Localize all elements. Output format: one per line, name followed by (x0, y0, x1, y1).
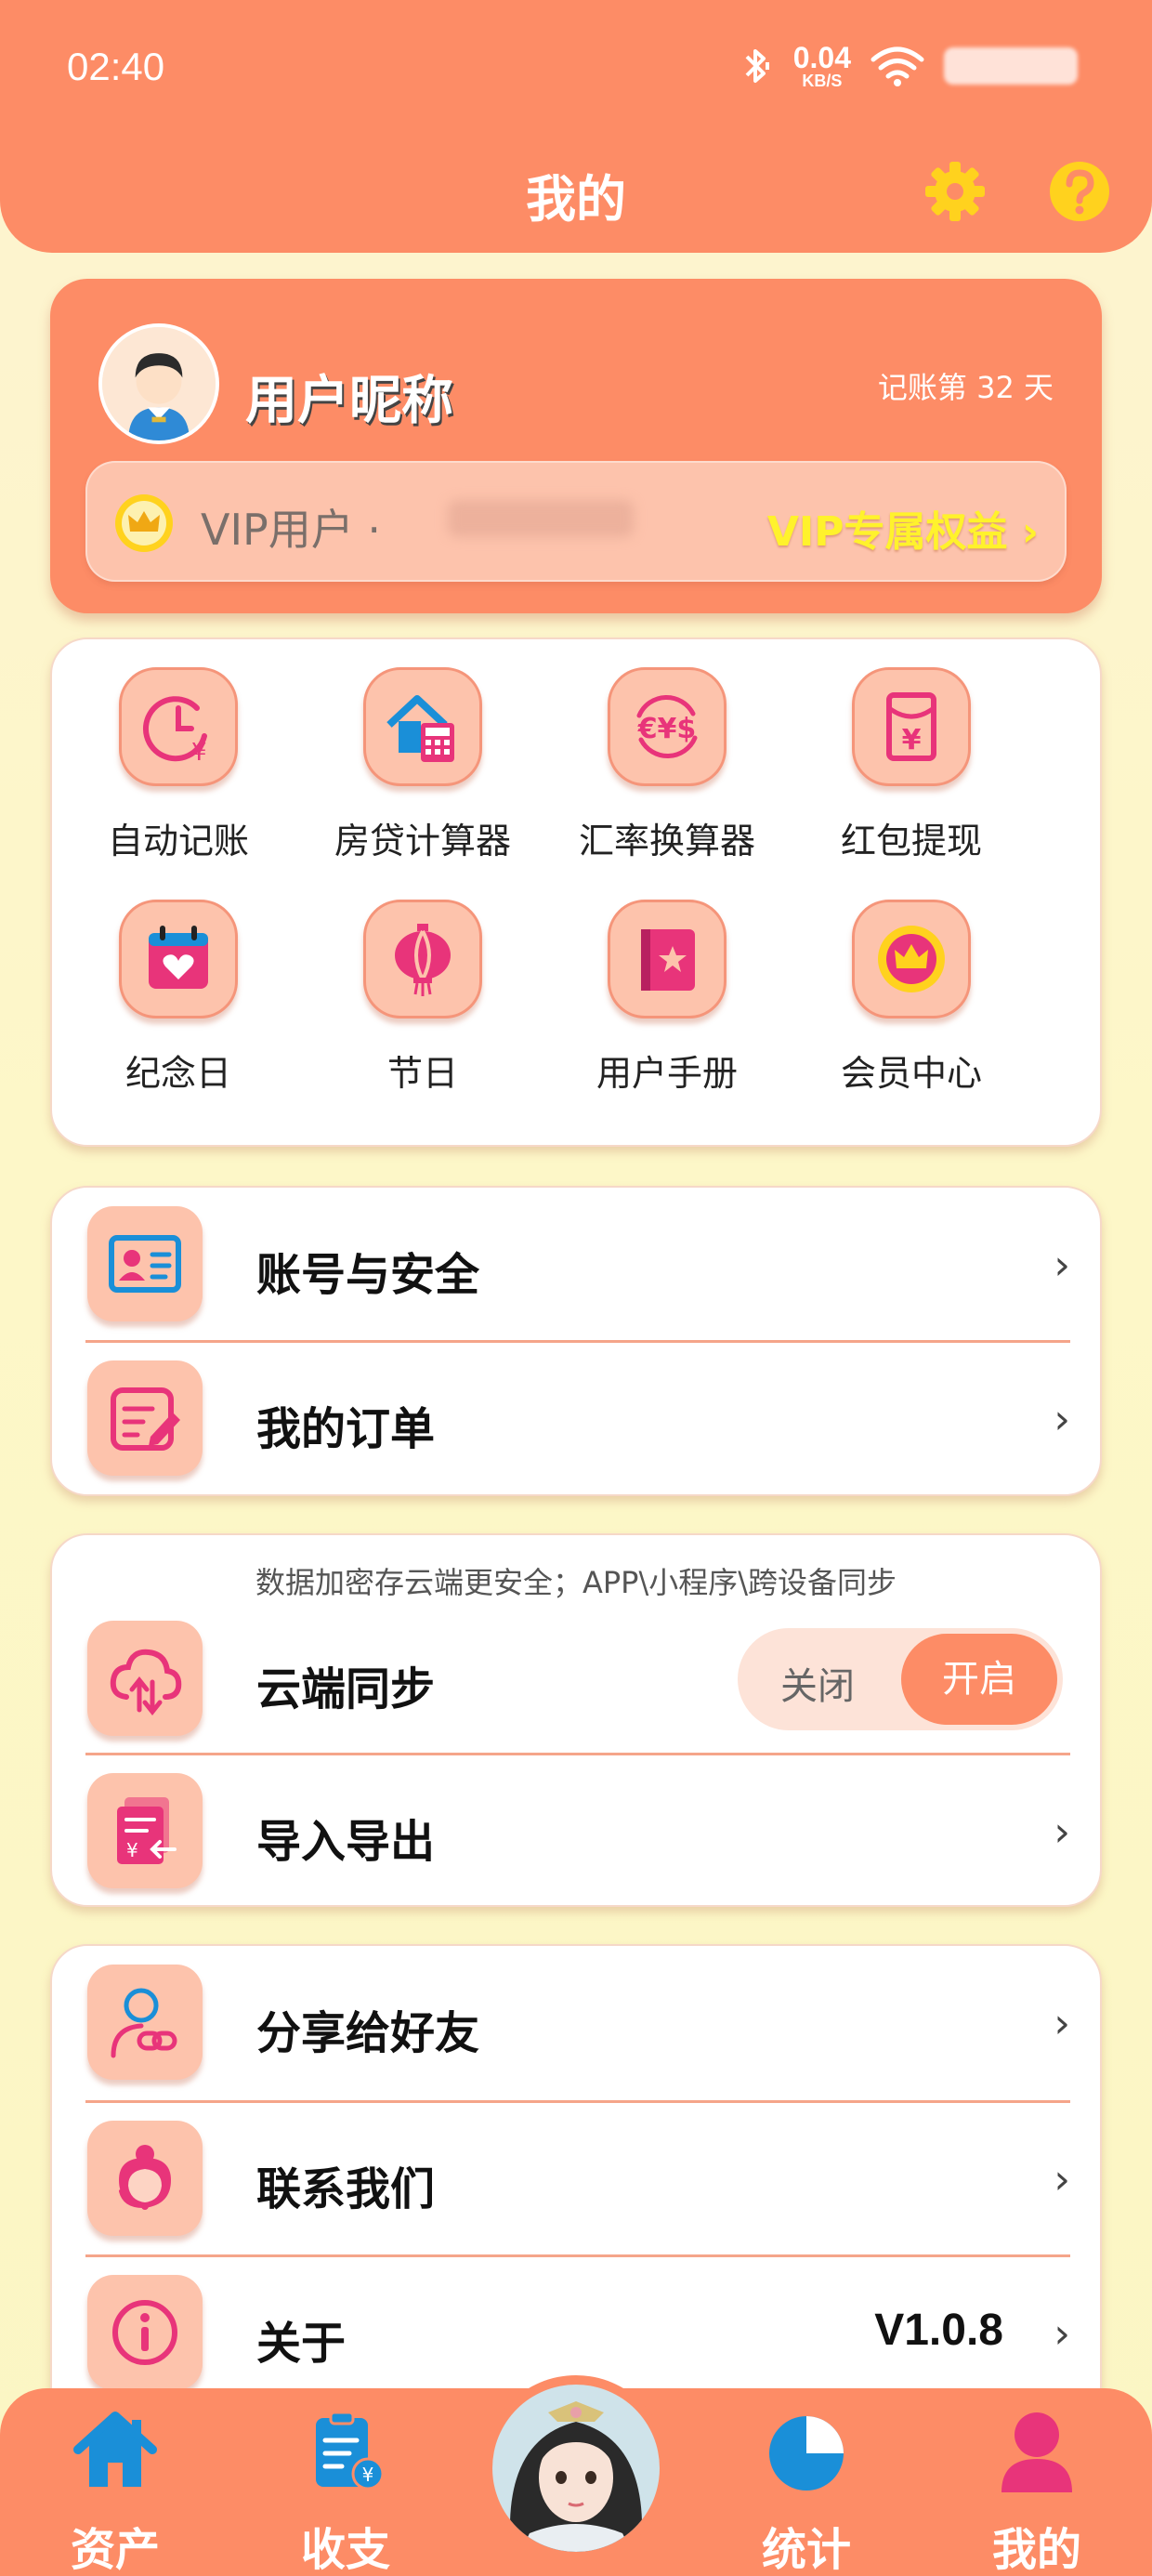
order-edit-icon (111, 1387, 180, 1451)
data-section: 数据加密存云端更安全；APP\小程序\跨设备同步 云端同步 关闭 开启 ¥ 导入… (50, 1533, 1102, 1907)
contact-row[interactable]: 联系我们 › (85, 2102, 1070, 2256)
red-envelope-icon: ¥ (886, 692, 936, 761)
vip-rights-link[interactable]: VIP专属权益 › (767, 498, 1039, 558)
nav-assets[interactable]: 资产 (41, 2407, 190, 2576)
chevron-right-icon: › (1054, 2156, 1070, 2203)
crown-badge-icon (878, 926, 945, 992)
account-section: 账号与安全 › 我的订单 › (50, 1186, 1102, 1496)
svg-text:€¥$: €¥$ (637, 713, 697, 745)
tools-grid: ¥ 自动记账 房贷计算器 €¥$ 汇率换算器 ¥ 红包提现 纪念日 节日 用户手… (50, 637, 1102, 1147)
about-section: 分享给好友 › 联系我们 › 关于 V1.0.8 › (50, 1944, 1102, 2427)
info-icon (112, 2300, 177, 2365)
id-card-icon (109, 1235, 181, 1293)
header: 02:40 0.04 KB/S 我的 (0, 0, 1152, 253)
wifi-icon (871, 46, 924, 86)
nav-income-expense[interactable]: ¥ 收支 (271, 2407, 420, 2576)
clock-yen-icon: ¥ (142, 696, 207, 766)
chevron-right-icon: › (1054, 1242, 1070, 1289)
tool-red-envelope[interactable]: ¥ 红包提现 (800, 639, 1023, 861)
toggle-off-option[interactable]: 关闭 (780, 1656, 855, 1710)
person-icon (1001, 2412, 1072, 2492)
svg-text:¥: ¥ (902, 724, 922, 756)
vip-label: VIP用户 · (201, 505, 382, 555)
clipboard-yen-icon: ¥ (316, 2411, 385, 2491)
import-export-icon: ¥ (117, 1797, 177, 1864)
bluetooth-icon (745, 49, 769, 83)
nickname: 用户昵称 (245, 371, 453, 431)
network-speed: 0.04 KB/S (792, 41, 851, 90)
chevron-right-icon: › (1054, 2310, 1070, 2358)
share-friend-icon (111, 1988, 177, 2058)
nav-center-avatar[interactable] (483, 2375, 669, 2561)
currency-exchange-icon: €¥$ (636, 695, 698, 758)
tool-member-center[interactable]: 会员中心 (800, 872, 1023, 1094)
status-time: 02:40 (67, 45, 165, 88)
character-avatar (492, 2385, 660, 2552)
bookkeeping-days: 记账第 32 天 (877, 370, 1054, 405)
tool-exchange-calculator[interactable]: €¥$ 汇率换算器 (556, 639, 779, 861)
help-icon[interactable] (1046, 158, 1113, 225)
lantern-icon (395, 924, 451, 996)
nav-mine[interactable]: 我的 (962, 2407, 1111, 2576)
my-orders-row[interactable]: 我的订单 › (85, 1342, 1070, 1496)
chevron-right-icon: › (1054, 1808, 1070, 1856)
svg-text:¥: ¥ (362, 2464, 374, 2486)
calendar-heart-icon (149, 926, 208, 989)
tool-user-manual[interactable]: 用户手册 (556, 872, 779, 1094)
house-calculator-icon (386, 695, 454, 762)
tool-holiday[interactable]: 节日 (311, 872, 534, 1094)
vip-info-redacted (448, 500, 634, 537)
status-icons: 0.04 KB/S (738, 43, 1078, 89)
profile-card[interactable]: 用户昵称 记账第 32 天 VIP用户 · VIP专属权益 › (50, 279, 1102, 613)
svg-text:¥: ¥ (191, 739, 207, 766)
svg-text:¥: ¥ (126, 1839, 138, 1861)
user-avatar-icon (102, 327, 216, 440)
toggle-on-option[interactable]: 开启 (901, 1634, 1057, 1725)
app-version: V1.0.8 (874, 2306, 1003, 2355)
vip-bar[interactable]: VIP用户 · VIP专属权益 › (85, 461, 1067, 582)
chevron-right-icon: › (1054, 1396, 1070, 1443)
pie-chart-icon (769, 2416, 844, 2491)
battery-indicator (944, 47, 1078, 85)
import-export-row[interactable]: ¥ 导入导出 › (85, 1755, 1070, 1909)
cloud-sync-toggle[interactable]: 关闭 开启 (738, 1628, 1063, 1730)
nav-statistics[interactable]: 统计 (732, 2407, 881, 2576)
sync-hint: 数据加密存云端更安全；APP\小程序\跨设备同步 (255, 1565, 897, 1600)
cloud-sync-icon (110, 1649, 182, 1716)
house-icon (73, 2412, 157, 2487)
tool-anniversary[interactable]: 纪念日 (67, 872, 290, 1094)
customer-service-icon (119, 2145, 171, 2210)
chevron-right-icon: › (1054, 2000, 1070, 2047)
share-row[interactable]: 分享给好友 › (85, 1946, 1070, 2100)
account-security-row[interactable]: 账号与安全 › (85, 1188, 1070, 1342)
avatar[interactable] (98, 323, 219, 444)
tool-mortgage-calculator[interactable]: 房贷计算器 (311, 639, 534, 861)
manual-book-icon (641, 929, 695, 991)
crown-icon (115, 494, 173, 552)
gear-icon[interactable] (922, 158, 988, 225)
tool-auto-bookkeeping[interactable]: ¥ 自动记账 (67, 639, 290, 861)
